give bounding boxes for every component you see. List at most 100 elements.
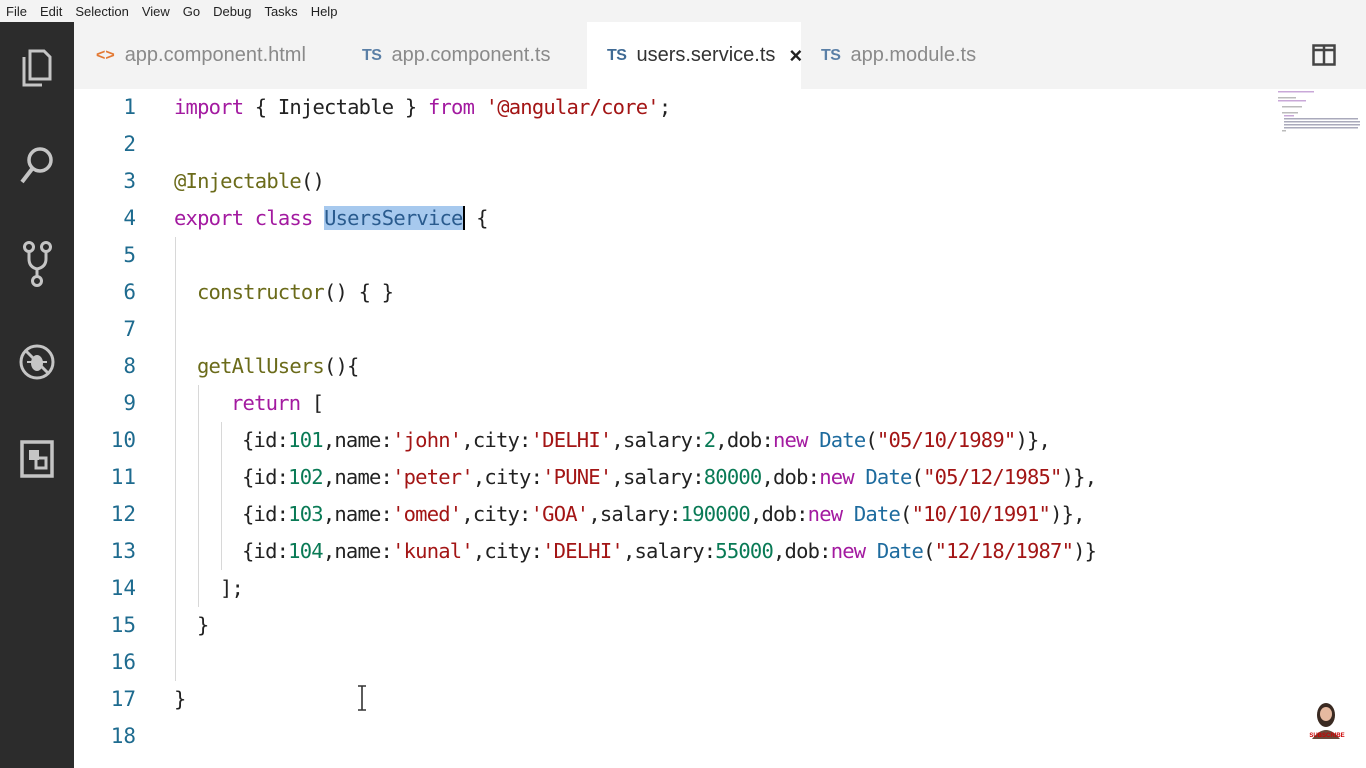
token: new (819, 465, 854, 489)
menu-bar: File Edit Selection View Go Debug Tasks … (0, 0, 1366, 22)
token: ,city: (461, 502, 531, 526)
token: () { } (323, 280, 394, 304)
code-line: import { Injectable } from '@angular/cor… (174, 89, 671, 126)
code-line: getAllUsers(){ (197, 348, 359, 385)
search-icon[interactable] (17, 142, 57, 190)
token: new (773, 428, 808, 452)
code-line: constructor() { } (197, 274, 394, 311)
token: getAllUsers (197, 354, 325, 378)
token: 102 (288, 465, 323, 489)
token: ,name: (322, 428, 393, 452)
token: Date (865, 465, 912, 489)
line-number: 8 (123, 354, 136, 378)
token: {id: (242, 465, 289, 489)
token: Date (819, 428, 866, 452)
line-number: 14 (110, 576, 136, 600)
selected-text: UsersService (324, 206, 463, 230)
line-number: 13 (110, 539, 136, 563)
code-line: export class UsersService { (174, 200, 488, 237)
token: )}, (1015, 428, 1051, 452)
token: 'PUNE' (542, 465, 612, 489)
token: 'john' (392, 428, 462, 452)
line-number: 16 (110, 650, 136, 674)
token: )} (1073, 539, 1097, 563)
code-editor[interactable]: 1 2 3 4 5 6 7 8 9 10 11 12 13 14 15 16 1… (74, 89, 1366, 768)
token: ,dob: (715, 428, 774, 452)
tab-app-component-html[interactable]: <> app.component.html (74, 22, 332, 89)
token: ,salary: (622, 539, 716, 563)
menu-debug[interactable]: Debug (208, 4, 259, 19)
indent-guide (198, 385, 199, 607)
typescript-file-icon: TS (362, 46, 382, 64)
code-line: ]; (220, 570, 244, 607)
line-number: 5 (123, 243, 136, 267)
menu-help[interactable]: Help (306, 4, 346, 19)
token: ( (900, 502, 912, 526)
html-file-icon: <> (96, 46, 115, 64)
token: { Injectable } (243, 95, 428, 119)
code-line: {id:104,name:'kunal',city:'DELHI',salary… (242, 533, 1097, 570)
tab-app-component-ts[interactable]: TS app.component.ts (344, 22, 586, 89)
files-icon[interactable] (17, 44, 57, 92)
line-number: 9 (123, 391, 136, 415)
token: 'DELHI' (542, 539, 624, 563)
menu-tasks[interactable]: Tasks (259, 4, 305, 19)
code-line: return [ (231, 385, 324, 422)
token: {id: (242, 428, 289, 452)
token: import (174, 95, 244, 119)
menu-edit[interactable]: Edit (35, 4, 70, 19)
token: ,city: (472, 539, 543, 563)
token: ]; (220, 576, 244, 600)
token: new (830, 539, 866, 563)
mouse-cursor-icon (357, 685, 367, 711)
code-line: {id:102,name:'peter',city:'PUNE',salary:… (242, 459, 1097, 496)
token: 103 (288, 502, 323, 526)
token: 101 (288, 428, 323, 452)
line-number: 7 (123, 317, 136, 341)
token: Date (853, 502, 901, 526)
token: 'omed' (392, 502, 462, 526)
token: 104 (288, 539, 323, 563)
tab-label: users.service.ts (636, 44, 776, 66)
token: )}, (1050, 502, 1085, 526)
debug-icon[interactable] (17, 338, 57, 386)
tab-app-module-ts[interactable]: TS app.module.ts (801, 22, 1009, 89)
minimap[interactable] (1274, 89, 1366, 149)
token: class (243, 206, 325, 230)
token: 190000 (680, 502, 751, 526)
token: ,salary: (588, 502, 681, 526)
subscribe-label: SUBSCRIBE (1309, 733, 1345, 739)
line-number: 3 (123, 169, 136, 193)
token: ,name: (322, 465, 393, 489)
token: {id: (242, 502, 289, 526)
menu-selection[interactable]: Selection (70, 4, 136, 19)
token: Date (876, 539, 924, 563)
token: "05/12/1985" (923, 465, 1062, 489)
token: { (464, 206, 488, 230)
token: ,salary: (611, 428, 704, 452)
menu-file[interactable]: File (0, 4, 35, 19)
tab-bar: <> app.component.html TS app.component.t… (74, 22, 1366, 89)
tab-users-service-ts[interactable]: TS users.service.ts × (587, 22, 802, 89)
menu-view[interactable]: View (137, 4, 178, 19)
channel-avatar (1306, 699, 1346, 751)
token: ( (911, 465, 924, 489)
token: new (807, 502, 843, 526)
source-control-icon[interactable] (17, 240, 57, 288)
token: from (427, 95, 475, 119)
tab-label: app.component.html (124, 44, 306, 66)
token: "05/10/1989" (876, 428, 1016, 452)
line-number: 10 (110, 428, 136, 452)
line-number: 17 (110, 687, 136, 711)
token: 'kunal' (392, 539, 474, 563)
menu-go[interactable]: Go (178, 4, 208, 19)
token: [ (300, 391, 324, 415)
token: } (197, 613, 209, 637)
extensions-icon[interactable] (17, 434, 57, 482)
token: "12/18/1987" (934, 539, 1074, 563)
token: (){ (323, 354, 359, 378)
split-editor-icon[interactable] (1312, 44, 1338, 68)
token: ; (658, 95, 671, 119)
token: return (231, 391, 301, 415)
